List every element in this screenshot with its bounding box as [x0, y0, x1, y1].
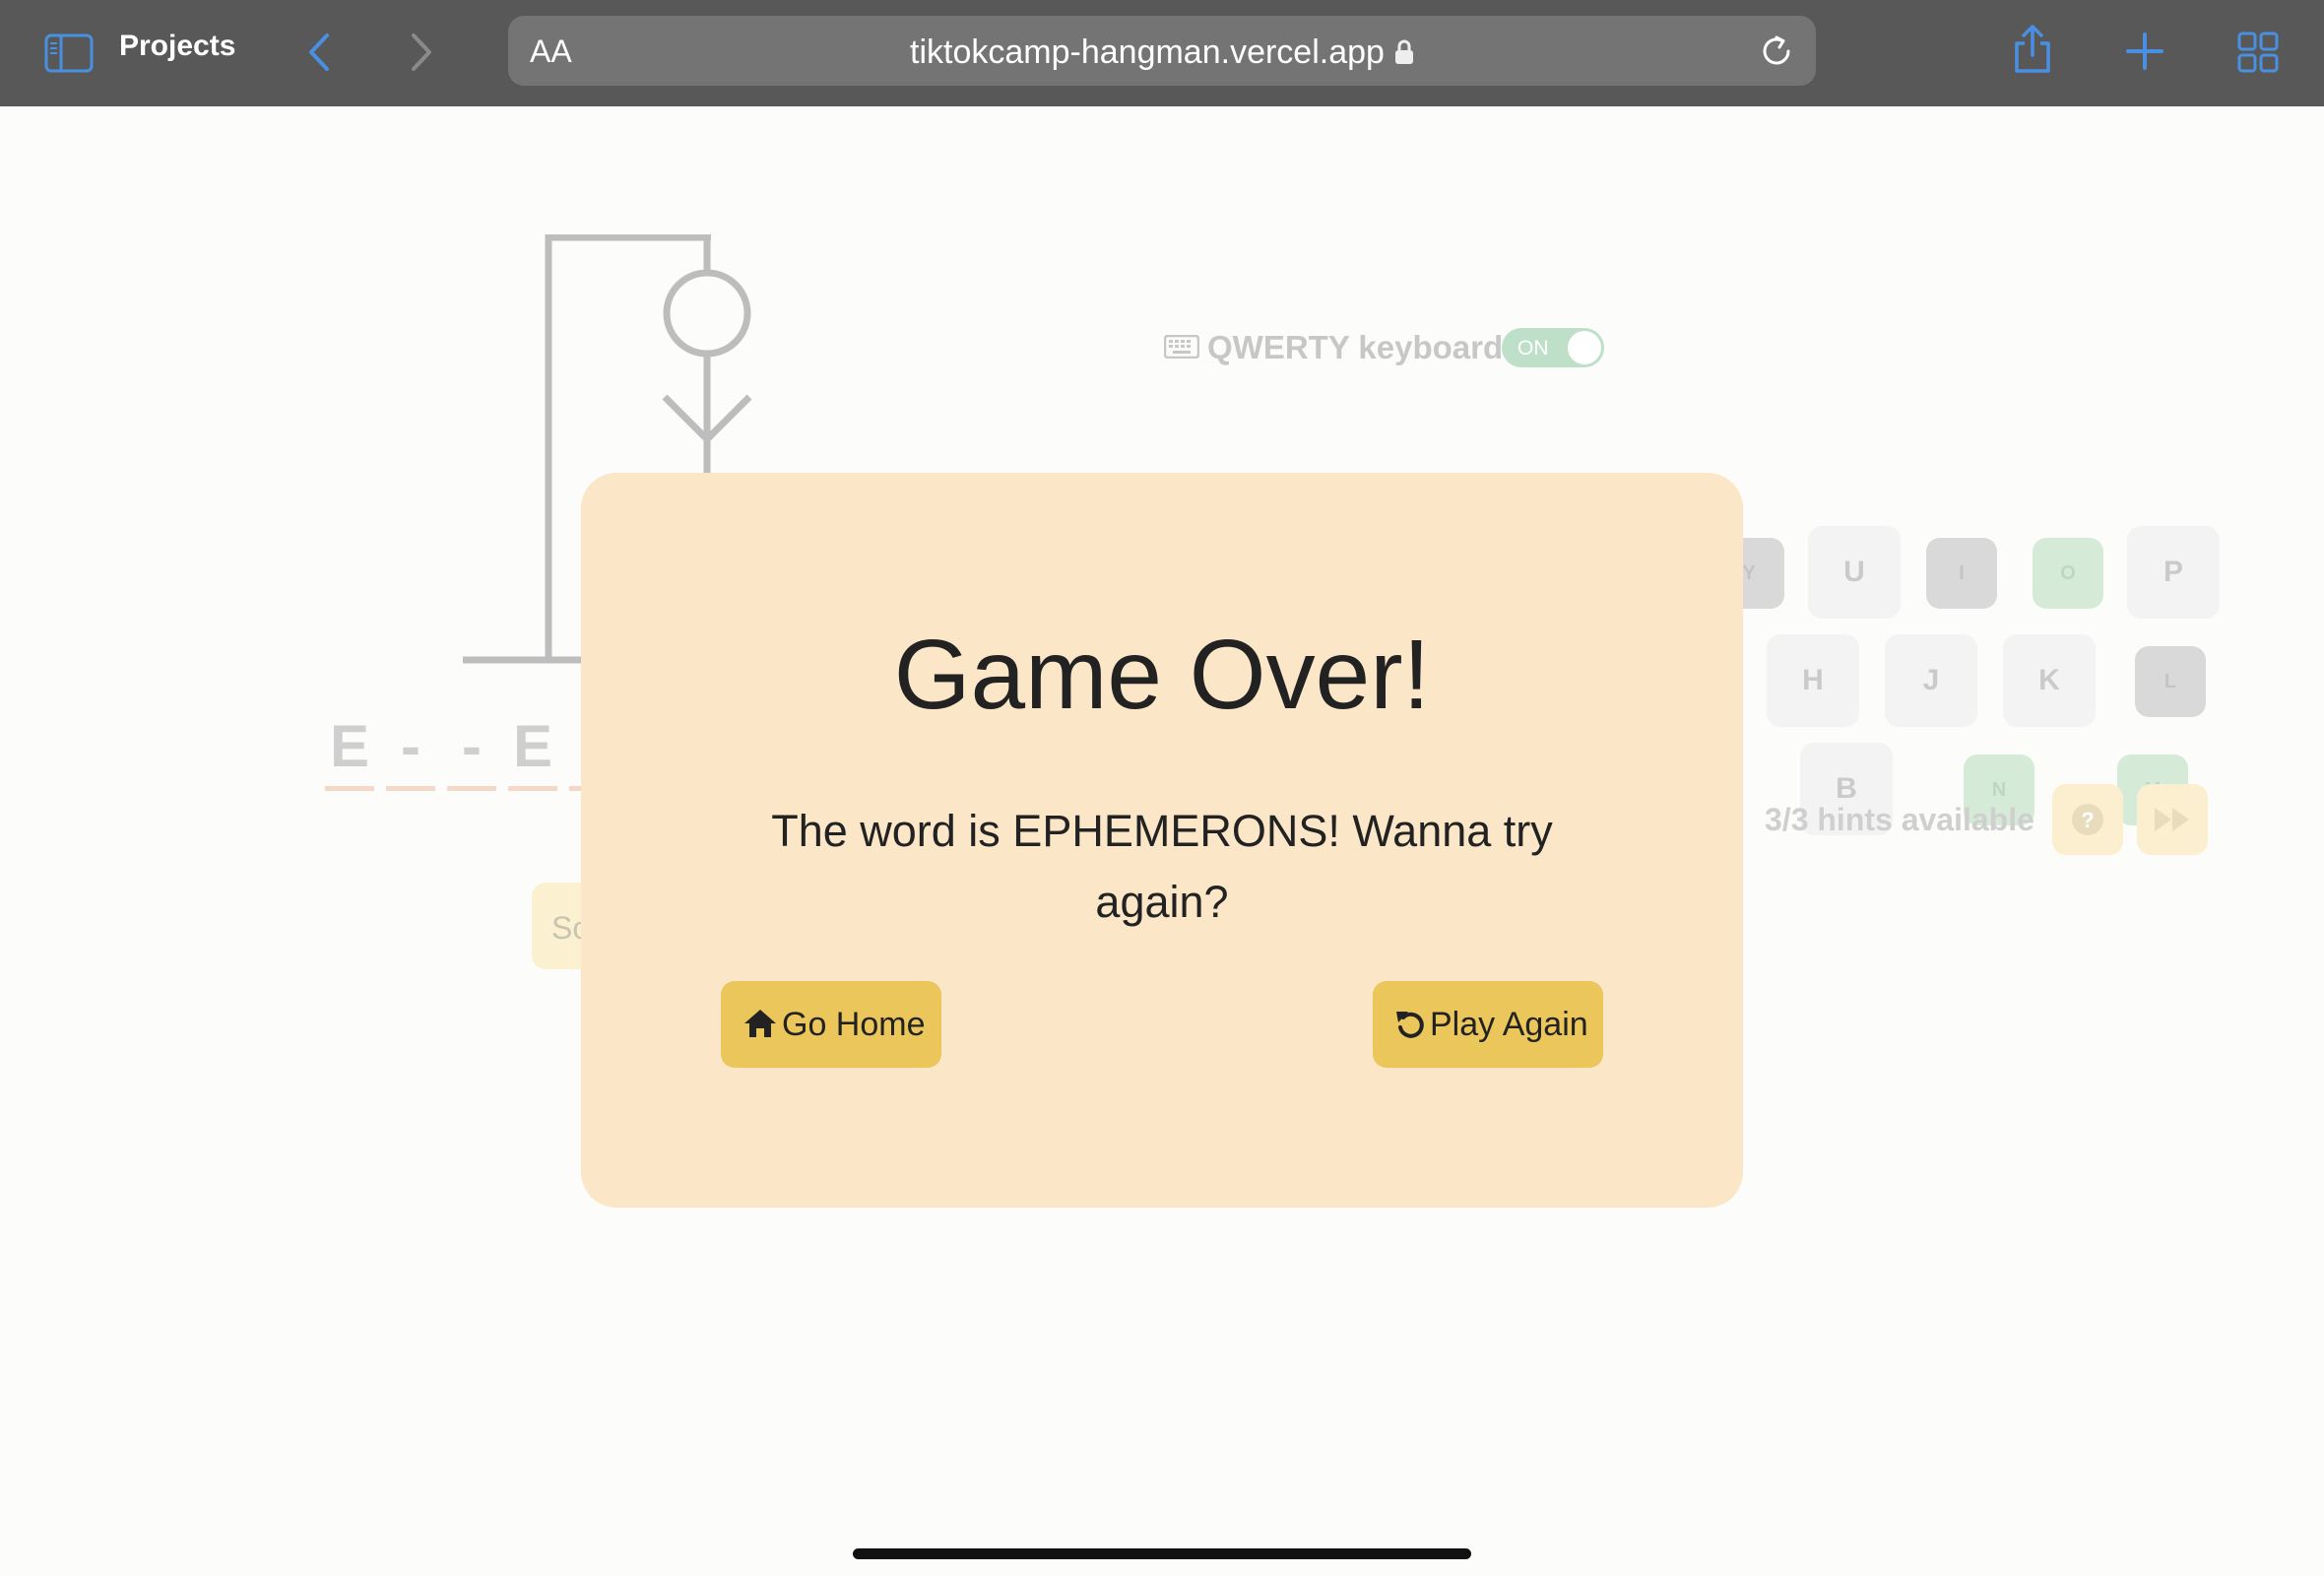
lock-icon [1394, 35, 1414, 74]
key-i[interactable]: I [1926, 538, 1997, 609]
letter-slot: E [325, 717, 374, 791]
modal-title: Game Over! [893, 620, 1431, 730]
keyboard-toggle-label: QWERTY keyboard [1207, 329, 1504, 365]
toggle-knob [1568, 331, 1601, 364]
key-j[interactable]: J [1885, 634, 1977, 727]
game-over-modal: Game Over! The word is EPHEMERONS! Wanna… [581, 473, 1743, 1208]
hint-button[interactable]: ? [2052, 784, 2123, 855]
projects-tab-group-button[interactable]: Projects [119, 30, 235, 63]
play-again-button[interactable]: Play Again [1373, 981, 1603, 1068]
share-icon[interactable] [2013, 24, 2052, 80]
address-bar[interactable]: AA tiktokcamp-hangman.vercel.app [508, 16, 1816, 86]
url-display[interactable]: tiktokcamp-hangman.vercel.app [508, 33, 1816, 74]
undo-icon [1396, 1012, 1424, 1038]
browser-toolbar: Projects AA tiktokcamp-hangman.vercel.ap… [0, 0, 2324, 106]
toggle-state-label: ON [1517, 337, 1549, 360]
reload-icon[interactable] [1759, 33, 1794, 74]
forward-chevron-icon[interactable] [408, 32, 435, 78]
house-icon [744, 1010, 776, 1038]
sidebar-icon[interactable] [44, 33, 94, 78]
back-chevron-icon[interactable] [305, 32, 333, 78]
skip-button[interactable] [2137, 784, 2208, 855]
key-k[interactable]: K [2003, 634, 2096, 727]
letter-slot: - [447, 717, 496, 791]
keyboard-toggle[interactable]: ON [1502, 328, 1604, 367]
new-tab-plus-icon[interactable] [2125, 32, 2164, 76]
hints-counter: 3/3 hints available [1765, 802, 2034, 837]
go-home-button[interactable]: Go Home [721, 981, 941, 1068]
fast-forward-icon [2153, 806, 2192, 838]
keyboard-icon [1163, 334, 1200, 363]
letter-slot: E [508, 717, 557, 791]
key-h[interactable]: H [1767, 634, 1859, 727]
url-text: tiktokcamp-hangman.vercel.app [910, 33, 1385, 71]
key-p[interactable]: P [2127, 526, 2220, 619]
key-u[interactable]: U [1808, 526, 1901, 619]
key-l[interactable]: L [2135, 646, 2206, 717]
modal-message: The word is EPHEMERONS! Wanna try again? [771, 806, 1553, 927]
tab-overview-icon[interactable] [2237, 32, 2279, 78]
question-icon: ? [2070, 802, 2105, 842]
svg-text:?: ? [2081, 808, 2094, 832]
key-o[interactable]: O [2033, 538, 2103, 609]
letter-slot: - [386, 717, 435, 791]
home-indicator [853, 1548, 1471, 1559]
go-home-label: Go Home [782, 1006, 926, 1043]
play-again-label: Play Again [1430, 1006, 1588, 1043]
